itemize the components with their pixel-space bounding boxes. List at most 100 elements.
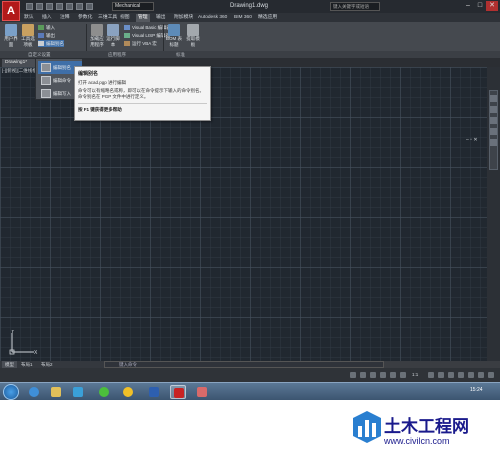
- zoom-icon[interactable]: [490, 117, 497, 124]
- load-application-label: 加载应用程序: [90, 36, 104, 47]
- taskbar-autocad[interactable]: [170, 385, 186, 399]
- taskbar-clock[interactable]: 15:24: [470, 387, 483, 393]
- menu-item-label: 编辑写入: [53, 91, 71, 96]
- autocad-window: A Mechanical Drawing1.dwg 键入关键字或短语 – □ ✕…: [0, 0, 500, 400]
- clean-screen-icon[interactable]: [478, 372, 484, 378]
- search-input[interactable]: 键入关键字或短语: [330, 2, 380, 11]
- vb-editor-button[interactable]: Visual Basic 编辑器: [124, 24, 171, 31]
- minimize-button[interactable]: –: [462, 1, 474, 11]
- output-label: 输出: [46, 33, 55, 38]
- tooltip-help: 按 F1 键获得更多帮助: [78, 107, 122, 112]
- output-button[interactable]: 输出: [38, 32, 55, 39]
- command-input[interactable]: 键入命令: [119, 362, 137, 367]
- menu-item-label: 编辑别名: [53, 65, 71, 70]
- run-vba-button[interactable]: 运行 VBA 宏: [124, 40, 157, 47]
- tab-insert[interactable]: 插入: [40, 14, 54, 22]
- bom-button[interactable]: BOM 表标题: [166, 24, 182, 48]
- run-script-button[interactable]: 运行脚本: [106, 24, 120, 48]
- tab-layout1[interactable]: 布局1: [18, 361, 36, 368]
- tab-model[interactable]: 模型: [2, 361, 17, 368]
- tab-output[interactable]: 输出: [154, 14, 168, 22]
- taskbar-ie[interactable]: [26, 385, 42, 399]
- run-vba-label: 运行 VBA 宏: [132, 41, 157, 46]
- tab-addins[interactable]: 附加模块: [172, 14, 195, 22]
- ribbon-tabs: 默认 插入 注释 参数化 三维工具 视图 管理 输出 附加模块 Autodesk…: [0, 13, 500, 22]
- taskbar-media[interactable]: [70, 385, 86, 399]
- user-interface-button[interactable]: 用户界面: [3, 24, 19, 48]
- undo-icon[interactable]: [76, 3, 83, 10]
- steering-wheel-icon[interactable]: [490, 95, 497, 102]
- osnap-icon[interactable]: [390, 372, 396, 378]
- customize-icon[interactable]: [488, 372, 494, 378]
- title-bar: A Mechanical Drawing1.dwg 键入关键字或短语 – □ ✕: [0, 0, 500, 21]
- extract-template-icon: [187, 24, 199, 36]
- svg-text:Y: Y: [11, 330, 15, 335]
- input-button[interactable]: 输入: [38, 24, 55, 31]
- taskbar-paint[interactable]: [194, 385, 210, 399]
- watermark-logo: [353, 411, 381, 443]
- lineweight-icon[interactable]: [400, 372, 406, 378]
- isolate-objects-icon[interactable]: [468, 372, 474, 378]
- panel-label-applications[interactable]: 应用程序: [108, 51, 126, 58]
- edit-alias-label: 编辑别名: [46, 41, 64, 46]
- units-icon[interactable]: [448, 372, 454, 378]
- tab-bim-360[interactable]: BIM 360: [232, 14, 254, 22]
- taskbar-qq[interactable]: [120, 385, 136, 399]
- navigation-bar[interactable]: [489, 90, 498, 170]
- pan-icon[interactable]: [490, 106, 497, 113]
- taskbar-word[interactable]: [146, 385, 162, 399]
- grid-icon[interactable]: [360, 372, 366, 378]
- close-button[interactable]: ✕: [486, 1, 498, 11]
- tab-view[interactable]: 视图: [118, 14, 132, 22]
- tab-featured-apps[interactable]: 精选应用: [256, 14, 279, 22]
- open-file-icon[interactable]: [36, 3, 43, 10]
- save-as-icon[interactable]: [56, 3, 63, 10]
- viewport-controls[interactable]: [-][俯视][二维线框]: [2, 68, 38, 74]
- hardware-accel-icon[interactable]: [458, 372, 464, 378]
- plot-icon[interactable]: [66, 3, 73, 10]
- file-tab-drawing1[interactable]: Drawing1*: [2, 59, 38, 67]
- showmotion-icon[interactable]: [490, 139, 497, 146]
- panel-label-standards[interactable]: 标准: [176, 51, 185, 58]
- redo-icon[interactable]: [86, 3, 93, 10]
- tab-parametric[interactable]: 参数化: [76, 14, 94, 22]
- viewport-window-buttons[interactable]: – ▫ ✕: [466, 137, 478, 143]
- workspace-switch-icon[interactable]: [428, 372, 434, 378]
- taskbar-wechat[interactable]: [96, 385, 112, 399]
- tab-autodesk-360[interactable]: Autodesk 360: [196, 14, 229, 22]
- tab-annotate[interactable]: 注释: [58, 14, 72, 22]
- tab-3d-tools[interactable]: 三维工具: [96, 14, 119, 22]
- edit-alias-icon: [41, 63, 51, 72]
- user-interface-icon: [5, 24, 17, 36]
- tab-default[interactable]: 默认: [22, 14, 36, 22]
- annotation-monitor-icon[interactable]: [438, 372, 444, 378]
- load-application-button[interactable]: 加载应用程序: [90, 24, 104, 48]
- tab-manage[interactable]: 管理: [136, 14, 150, 22]
- tool-palettes-icon: [22, 24, 34, 36]
- save-icon[interactable]: [46, 3, 53, 10]
- application-menu-button[interactable]: A: [2, 1, 20, 21]
- word-icon: [149, 387, 159, 397]
- new-file-icon[interactable]: [26, 3, 33, 10]
- tab-layout2[interactable]: 布局2: [38, 361, 56, 368]
- edit-alias-button[interactable]: 编辑别名: [38, 40, 64, 47]
- tool-palettes-button[interactable]: 工具选项板: [20, 24, 36, 48]
- bom-table-icon: [168, 24, 180, 36]
- maximize-button[interactable]: □: [474, 1, 486, 11]
- taskbar-explorer[interactable]: [48, 385, 64, 399]
- orbit-icon[interactable]: [490, 128, 497, 135]
- command-line[interactable]: 键入命令: [104, 361, 384, 368]
- ortho-icon[interactable]: [370, 372, 376, 378]
- command-tooltip: 编辑别名 打开 acad.pgp 进行编辑 命令可以有缩略名或称，即可以在命令提…: [74, 66, 211, 121]
- polar-icon[interactable]: [380, 372, 386, 378]
- annotation-scale[interactable]: 1:1: [412, 372, 418, 377]
- workspace-select[interactable]: Mechanical: [112, 2, 154, 11]
- snap-icon[interactable]: [350, 372, 356, 378]
- document-title: Drawing1.dwg: [230, 3, 269, 9]
- folder-icon: [51, 387, 61, 397]
- start-button[interactable]: [3, 384, 19, 400]
- status-bar: 1:1: [0, 368, 500, 382]
- extract-template-button[interactable]: 提取模板: [186, 24, 200, 48]
- panel-label-customization[interactable]: 自定义设置: [28, 51, 51, 58]
- autocad-icon: [174, 388, 184, 398]
